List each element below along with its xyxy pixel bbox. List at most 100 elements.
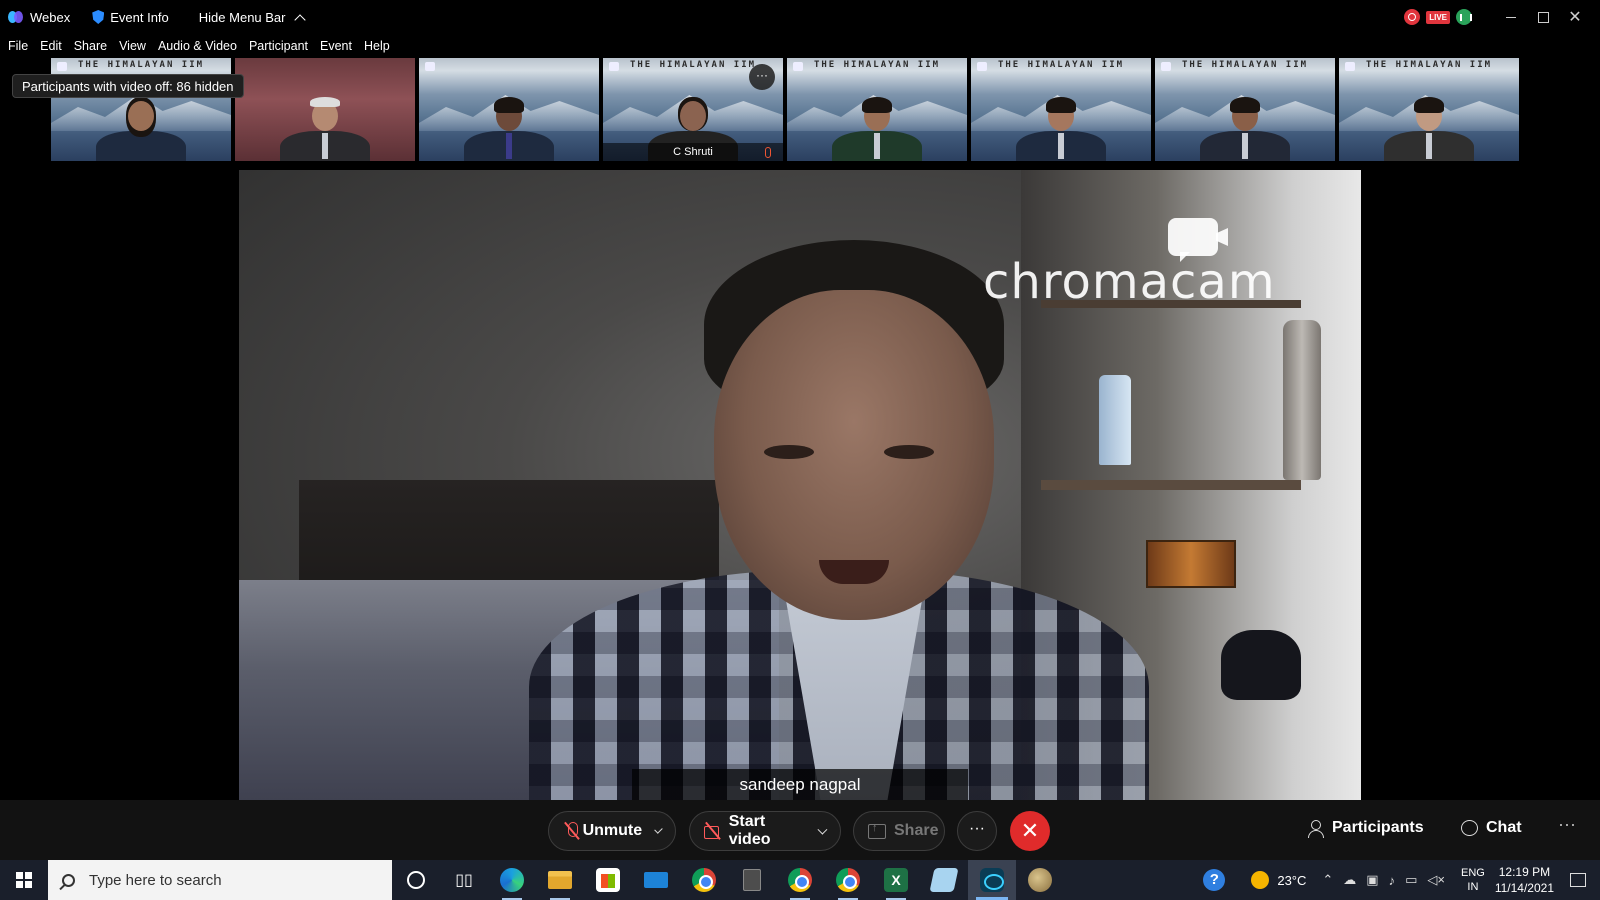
- participant-tile[interactable]: THE HIMALAYAN IIM: [1339, 58, 1519, 161]
- app-name: Webex: [30, 9, 71, 25]
- event-info-label: Event Info: [110, 9, 169, 25]
- chevron-down-icon[interactable]: [817, 824, 828, 834]
- chevron-up-icon[interactable]: ⌃: [1322, 872, 1333, 888]
- recording-icon[interactable]: [1404, 9, 1421, 25]
- temperature[interactable]: 23°C: [1277, 873, 1306, 888]
- participant-video: [464, 91, 554, 161]
- participants-label: Participants: [1332, 819, 1424, 836]
- clock[interactable]: 12:19 PM 11/14/2021: [1495, 864, 1554, 896]
- participants-button[interactable]: Participants: [1308, 819, 1424, 838]
- camera-icon[interactable]: ▣: [1366, 872, 1378, 888]
- taskbar-edge[interactable]: [488, 860, 536, 900]
- more-options-button[interactable]: ···: [957, 811, 997, 851]
- minimize-button[interactable]: [1496, 0, 1526, 34]
- menu-bar: File Edit Share View Audio & Video Parti…: [0, 36, 394, 56]
- taskbar-notes[interactable]: [920, 860, 968, 900]
- taskbar-chrome-profile[interactable]: [776, 860, 824, 900]
- taskbar-chrome-profile-2[interactable]: [824, 860, 872, 900]
- system-tray: ? 23°C ⌃ ☁ ▣ ♪ ▭ ◁× ENG IN 12:19 PM 11/1…: [1203, 860, 1600, 900]
- participant-tile[interactable]: THE HIMALAYAN IIM: [971, 58, 1151, 161]
- tile-banner: THE HIMALAYAN IIM: [813, 60, 941, 70]
- share-screen-icon: [868, 822, 886, 840]
- tile-banner: THE HIMALAYAN IIM: [1365, 60, 1493, 70]
- taskbar-chrome[interactable]: [680, 860, 728, 900]
- participant-tile[interactable]: THE HIMALAYAN IIM: [1155, 58, 1335, 161]
- chat-icon: [1461, 820, 1478, 836]
- participant-video: [832, 91, 922, 161]
- chevron-down-icon[interactable]: [654, 824, 663, 834]
- school-logo-icon: [425, 62, 435, 71]
- maximize-button[interactable]: [1528, 0, 1558, 34]
- taskbar-search[interactable]: Type here to search: [48, 860, 392, 900]
- onedrive-icon[interactable]: ☁: [1343, 872, 1356, 888]
- weather-sun-icon[interactable]: [1251, 871, 1270, 889]
- gimp-icon: [1028, 868, 1052, 892]
- menu-share[interactable]: Share: [74, 39, 107, 53]
- chrome-icon: [692, 868, 716, 892]
- menu-audio-video[interactable]: Audio & Video: [158, 39, 237, 53]
- tile-banner: THE HIMALAYAN IIM: [1181, 60, 1309, 70]
- start-video-button[interactable]: Start video: [689, 811, 841, 851]
- chevron-up-icon: [293, 13, 306, 26]
- chrome-icon: [836, 868, 860, 892]
- taskbar-calculator[interactable]: [728, 860, 776, 900]
- menu-event[interactable]: Event: [320, 39, 352, 53]
- leave-meeting-button[interactable]: ✕: [1010, 811, 1050, 851]
- search-icon: [62, 873, 75, 887]
- taskbar-gimp[interactable]: [1016, 860, 1064, 900]
- participants-icon: [1308, 819, 1324, 838]
- edge-icon: [500, 868, 524, 892]
- menu-file[interactable]: File: [8, 39, 28, 53]
- participant-thumbnail-strip: THE HIMALAYAN IIM THE HIMALAYAN IIM ··· …: [51, 58, 1519, 161]
- language-code: ENG: [1460, 867, 1485, 879]
- hide-menu-bar-button[interactable]: Hide Menu Bar: [199, 10, 306, 26]
- title-bar: Webex Event Info Hide Menu Bar LIVE ✕: [0, 0, 1600, 34]
- participant-tile[interactable]: THE HIMALAYAN IIM: [787, 58, 967, 161]
- notification-icon[interactable]: [1570, 873, 1586, 887]
- taskbar-mail[interactable]: [632, 860, 680, 900]
- muted-mic-icon: [765, 147, 771, 158]
- language-indicator[interactable]: ENG IN: [1461, 866, 1485, 894]
- menu-edit[interactable]: Edit: [40, 39, 62, 53]
- menu-help[interactable]: Help: [364, 39, 390, 53]
- cortana-icon: [407, 871, 425, 889]
- event-info-button[interactable]: Event Info: [92, 10, 169, 25]
- participant-tile[interactable]: [235, 58, 415, 161]
- hidden-participants-tooltip: Participants with video off: 86 hidden: [12, 74, 244, 98]
- task-view-button[interactable]: ▯▯: [440, 860, 488, 900]
- menu-participant[interactable]: Participant: [249, 39, 308, 53]
- tile-more-options-button[interactable]: ···: [749, 64, 775, 90]
- chat-button[interactable]: Chat: [1461, 819, 1522, 837]
- task-view-icon: ▯▯: [455, 872, 473, 889]
- windows-logo-icon: [16, 872, 32, 888]
- network-icon[interactable]: ▭: [1405, 872, 1417, 888]
- participant-tile-active[interactable]: THE HIMALAYAN IIM ··· C Shruti: [603, 58, 783, 161]
- mail-icon: [644, 872, 668, 888]
- excel-icon: X: [884, 868, 908, 892]
- camera-off-icon: [704, 822, 721, 840]
- participant-video: [96, 91, 186, 161]
- active-speaker-video[interactable]: chromacam: [239, 170, 1361, 800]
- network-health-icon[interactable]: [1456, 9, 1472, 25]
- live-badge[interactable]: LIVE: [1426, 10, 1450, 24]
- panel-more-button[interactable]: ···: [1558, 814, 1576, 835]
- taskbar-webex[interactable]: [968, 860, 1016, 900]
- taskbar-file-explorer[interactable]: [536, 860, 584, 900]
- microphone-icon[interactable]: ♪: [1389, 873, 1396, 888]
- volume-muted-icon[interactable]: ◁×: [1427, 872, 1445, 888]
- share-label: Share: [894, 822, 939, 839]
- taskbar-excel[interactable]: X: [872, 860, 920, 900]
- menu-view[interactable]: View: [119, 39, 146, 53]
- unmute-button[interactable]: Unmute: [548, 811, 676, 851]
- close-window-button[interactable]: ✕: [1560, 0, 1590, 34]
- cortana-button[interactable]: [392, 860, 440, 900]
- help-icon[interactable]: ?: [1203, 869, 1226, 891]
- share-button[interactable]: Share: [853, 811, 945, 851]
- start-button[interactable]: [0, 860, 48, 900]
- participant-video: [1016, 91, 1106, 161]
- mic-off-icon: [563, 822, 578, 840]
- participant-video: [280, 91, 370, 161]
- watermark-text: chromacam: [983, 254, 1276, 310]
- participant-tile[interactable]: [419, 58, 599, 161]
- taskbar-store[interactable]: [584, 860, 632, 900]
